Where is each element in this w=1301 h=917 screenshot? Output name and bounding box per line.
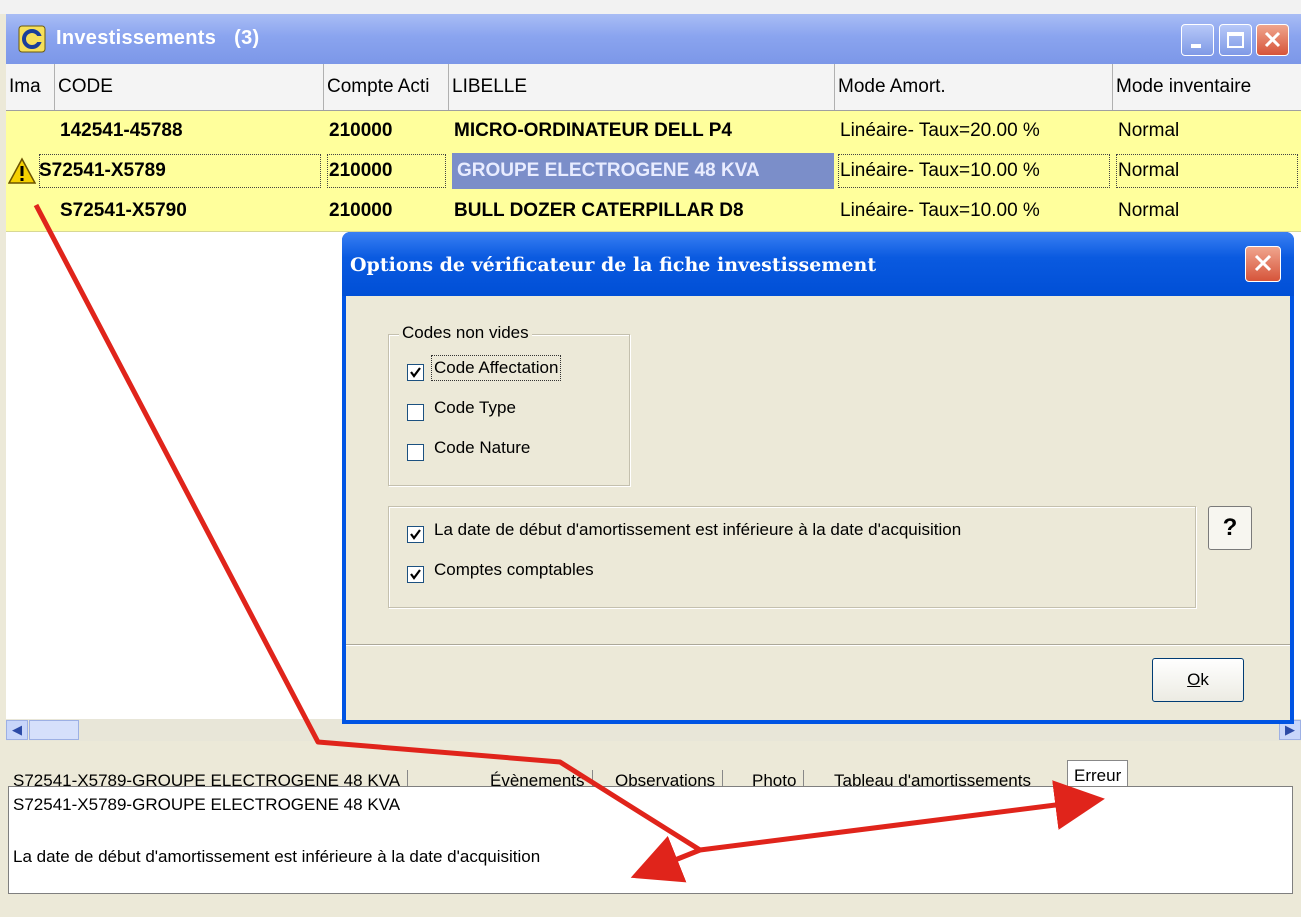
- error-message: La date de début d'amortissement est inf…: [13, 847, 541, 866]
- window-titlebar[interactable]: Investissements (3): [6, 14, 1301, 64]
- ok-button[interactable]: Ok: [1152, 658, 1244, 702]
- minimize-button[interactable]: [1181, 24, 1214, 56]
- cell-compte: 210000: [324, 151, 449, 191]
- scroll-right-icon: ▶: [1285, 722, 1295, 737]
- close-icon: [1264, 31, 1281, 48]
- cell-mode-inventaire: Normal: [1113, 151, 1301, 191]
- label-code-nature[interactable]: Code Nature: [434, 438, 530, 458]
- checkbox-code-nature[interactable]: [407, 444, 424, 461]
- maximize-button[interactable]: [1219, 24, 1252, 56]
- background-toolbar-strip: [0, 0, 1301, 14]
- cell-compte: 210000: [329, 120, 393, 141]
- tab-erreur-label: Erreur: [1074, 766, 1122, 785]
- checkbox-check-icon: [410, 569, 421, 580]
- column-header-mode-amort[interactable]: Mode Amort.: [835, 64, 1113, 110]
- cell-libelle: MICRO-ORDINATEUR DELL P4: [454, 120, 732, 141]
- column-header-mode-inventaire[interactable]: Mode inventaire: [1113, 64, 1301, 110]
- cell-libelle-selected[interactable]: GROUPE ELECTROGENE 48 KVA: [452, 153, 834, 189]
- window-title: Investissements (3): [56, 27, 259, 50]
- cell-code: S72541-X5790: [60, 200, 187, 221]
- table-row[interactable]: S72541-X5790 210000 BULL DOZER CATERPILL…: [6, 191, 1301, 232]
- close-icon: [1254, 254, 1272, 272]
- close-button[interactable]: [1256, 24, 1289, 56]
- dialog-body: Codes non vides Code Affectation Code Ty…: [346, 296, 1290, 720]
- column-header-compte[interactable]: Compte Acti: [324, 64, 449, 110]
- other-checks-group: La date de début d'amortissement est inf…: [388, 506, 1196, 608]
- column-header-libelle[interactable]: LIBELLE: [449, 64, 835, 110]
- table-row[interactable]: 142541-45788 210000 MICRO-ORDINATEUR DEL…: [6, 111, 1301, 152]
- column-header-code[interactable]: CODE: [55, 64, 324, 110]
- cell-compte: 210000: [329, 200, 393, 221]
- checkbox-check-icon: [410, 367, 421, 378]
- minimize-icon: [1191, 44, 1201, 48]
- cell-mode-amort: Linéaire- Taux=10.00 %: [840, 200, 1040, 221]
- label-code-affectation[interactable]: Code Affectation: [430, 355, 562, 381]
- group-label: Codes non vides: [399, 323, 532, 343]
- cell-mode-inventaire: Normal: [1118, 120, 1180, 141]
- dialog-title: Options de vérificateur de la fiche inve…: [350, 254, 877, 276]
- scroll-left-icon: ◀: [12, 722, 22, 737]
- maximize-icon: [1227, 32, 1244, 48]
- cell-mode-amort: Linéaire- Taux=20.00 %: [840, 120, 1040, 141]
- checkbox-check-icon: [410, 529, 421, 540]
- dialog-divider: [346, 644, 1290, 646]
- checkbox-date-debut[interactable]: [407, 526, 424, 543]
- cell-mode-inventaire: Normal: [1118, 200, 1180, 221]
- window-title-count: (3): [234, 27, 260, 49]
- app-icon: [18, 25, 46, 53]
- warning-icon: [8, 157, 36, 184]
- dialog-close-button[interactable]: [1245, 246, 1281, 282]
- table-row-selected[interactable]: S72541-X5789 210000 GROUPE ELECTROGENE 4…: [6, 151, 1301, 192]
- label-comptes-comptables[interactable]: Comptes comptables: [434, 560, 594, 580]
- ok-mnemonic: O: [1187, 670, 1201, 689]
- help-button[interactable]: ?: [1208, 506, 1252, 550]
- dialog-titlebar[interactable]: Options de vérificateur de la fiche inve…: [342, 232, 1294, 296]
- cell-code: S72541-X5789: [36, 151, 324, 191]
- checkbox-comptes-comptables[interactable]: [407, 566, 424, 583]
- error-panel: S72541-X5789-GROUPE ELECTROGENE 48 KVA L…: [8, 786, 1293, 894]
- scroll-left-button[interactable]: ◀: [6, 720, 28, 740]
- verifier-options-dialog: Options de vérificateur de la fiche inve…: [342, 232, 1294, 724]
- cell-libelle: BULL DOZER CATERPILLAR D8: [454, 200, 744, 221]
- checkbox-code-affectation[interactable]: [407, 364, 424, 381]
- grid-header: Ima CODE Compte Acti LIBELLE Mode Amort.…: [6, 64, 1301, 111]
- error-record-label: S72541-X5789-GROUPE ELECTROGENE 48 KVA: [13, 795, 401, 814]
- column-header-image[interactable]: Ima: [6, 64, 55, 110]
- checkbox-code-type[interactable]: [407, 404, 424, 421]
- window-title-text: Investissements: [56, 27, 217, 49]
- cell-code: 142541-45788: [60, 120, 183, 141]
- ok-label-rest: k: [1200, 670, 1209, 689]
- codes-non-vides-group: Codes non vides Code Affectation Code Ty…: [388, 323, 630, 486]
- scroll-thumb[interactable]: [29, 720, 79, 740]
- label-code-type[interactable]: Code Type: [434, 398, 516, 418]
- cell-mode-amort: Linéaire- Taux=10.00 %: [835, 151, 1113, 191]
- label-date-debut[interactable]: La date de début d'amortissement est inf…: [434, 520, 961, 540]
